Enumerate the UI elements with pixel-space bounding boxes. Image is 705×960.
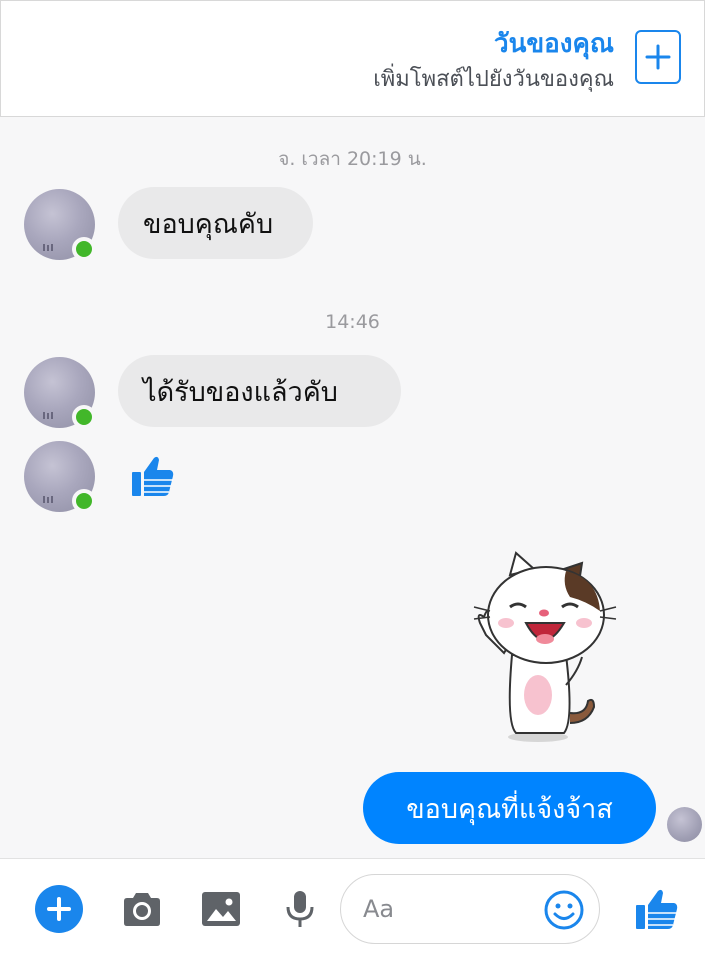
camera-icon[interactable] xyxy=(120,887,164,931)
more-actions-button[interactable] xyxy=(35,885,83,933)
message-timestamp: จ. เวลา 20:19 น. xyxy=(278,148,427,170)
plus-circle-icon xyxy=(47,897,71,921)
image-icon[interactable] xyxy=(199,887,243,931)
message-input-placeholder: Aa xyxy=(363,895,395,923)
story-title[interactable]: วันของคุณ xyxy=(494,23,614,64)
add-story-button[interactable] xyxy=(635,30,681,84)
avatar-scribble xyxy=(43,412,53,419)
online-status-dot xyxy=(72,405,96,429)
story-bar[interactable]: วันของคุณ เพิ่มโพสต์ไปยังวันของคุณ xyxy=(0,0,705,117)
outgoing-message-bubble[interactable]: ขอบคุณที่แจ้งจ้าส xyxy=(363,772,656,844)
emoji-icon[interactable] xyxy=(543,889,585,931)
online-status-dot xyxy=(72,489,96,513)
incoming-message-bubble[interactable]: ขอบคุณคับ xyxy=(118,187,313,259)
message-timestamp: 14:46 xyxy=(325,311,380,333)
thumbs-up-icon[interactable] xyxy=(632,885,680,933)
thumbs-up-icon[interactable] xyxy=(128,452,176,500)
online-status-dot xyxy=(72,237,96,261)
story-subtitle[interactable]: เพิ่มโพสต์ไปยังวันของคุณ xyxy=(373,61,614,96)
plus-square-icon xyxy=(645,44,671,70)
seen-avatar xyxy=(667,807,702,842)
incoming-message-bubble[interactable]: ได้รับของแล้วคับ xyxy=(118,355,401,427)
waving-cat-sticker[interactable] xyxy=(470,545,620,745)
avatar-scribble xyxy=(43,244,53,251)
message-input[interactable]: Aa xyxy=(340,874,600,944)
avatar-scribble xyxy=(43,496,53,503)
microphone-icon[interactable] xyxy=(278,887,322,931)
composer-bar: Aa xyxy=(0,858,705,960)
